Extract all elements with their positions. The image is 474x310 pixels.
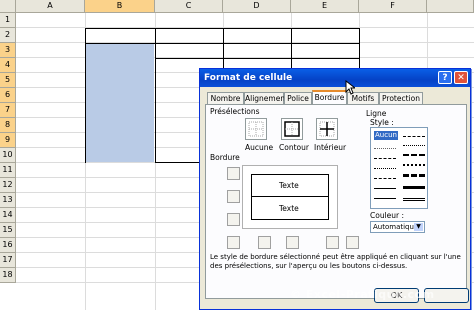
selected-cell-range[interactable] — [86, 43, 154, 162]
tab-nombre[interactable]: Nombre — [207, 92, 244, 104]
chevron-down-icon[interactable]: ▼ — [414, 223, 423, 231]
close-button[interactable]: ✕ — [454, 71, 468, 84]
style-option[interactable] — [374, 168, 396, 169]
select-all-corner[interactable] — [0, 0, 16, 13]
border-bottom-button[interactable] — [227, 213, 240, 226]
preview-text-bottom: Texte — [279, 204, 299, 213]
row-header[interactable]: 16 — [0, 238, 16, 253]
border-diagonal-up-button[interactable] — [227, 236, 240, 249]
row-header[interactable]: 1 — [0, 13, 16, 28]
style-option[interactable] — [403, 186, 425, 189]
row-header[interactable]: 5 — [0, 73, 16, 88]
row-header[interactable]: 3 — [0, 43, 16, 58]
style-option[interactable] — [374, 158, 396, 159]
style-option[interactable] — [374, 148, 396, 149]
border-right-button[interactable] — [326, 236, 339, 249]
line-group-label: Ligne — [366, 109, 387, 118]
table-border — [223, 28, 224, 68]
info-text: Le style de bordure sélectionné peut êtr… — [210, 253, 461, 270]
border-left-button[interactable] — [258, 236, 271, 249]
row-header[interactable]: 11 — [0, 163, 16, 178]
style-option[interactable] — [403, 145, 425, 146]
table-border — [155, 28, 156, 163]
column-header-g[interactable] — [427, 0, 474, 13]
table-border — [155, 58, 360, 59]
style-label: Style : — [370, 118, 394, 127]
border-label: Bordure — [210, 153, 240, 162]
line-style-list[interactable]: Aucun — [370, 127, 428, 209]
row-header[interactable]: 17 — [0, 253, 16, 268]
help-button[interactable]: ? — [438, 71, 452, 84]
preset-inside-icon — [319, 121, 335, 137]
row-header[interactable]: 9 — [0, 133, 16, 148]
preset-outline-icon — [284, 121, 300, 137]
row-header[interactable]: 12 — [0, 178, 16, 193]
watermark: © Excel-Pratique.com — [290, 288, 435, 301]
preset-inside-label: Intérieur — [314, 143, 347, 152]
tab-police[interactable]: Police — [284, 92, 312, 104]
border-middle-vertical-button[interactable] — [286, 236, 299, 249]
tab-bordure[interactable]: Bordure — [312, 90, 347, 105]
preview-inner-line — [251, 196, 329, 197]
row-header[interactable]: 2 — [0, 28, 16, 43]
table-border — [359, 28, 360, 68]
border-diagonal-down-button[interactable] — [346, 236, 359, 249]
row-header[interactable]: 13 — [0, 193, 16, 208]
color-value: Automatique — [373, 223, 419, 231]
preset-none-icon — [248, 121, 264, 137]
table-border — [291, 28, 292, 68]
row-header[interactable]: 7 — [0, 103, 16, 118]
style-option[interactable] — [403, 154, 425, 156]
column-header-c[interactable]: C — [155, 0, 223, 13]
preset-outline-button[interactable] — [281, 118, 303, 140]
tab-alignement[interactable]: Alignement — [244, 92, 288, 104]
style-option[interactable] — [374, 178, 396, 179]
preset-outline-label: Contour — [279, 143, 309, 152]
dialog-title[interactable]: Format de cellule — [200, 69, 470, 87]
table-border — [155, 162, 200, 163]
row-header[interactable]: 4 — [0, 58, 16, 73]
column-header-d[interactable]: D — [223, 0, 291, 13]
row-header[interactable]: 18 — [0, 268, 16, 283]
style-option[interactable] — [403, 164, 425, 166]
row-header[interactable]: 10 — [0, 148, 16, 163]
column-header-a[interactable]: A — [16, 0, 85, 13]
border-preview[interactable]: Texte Texte — [242, 165, 338, 229]
preset-none-label: Aucune — [245, 143, 274, 152]
color-select[interactable]: Automatique ▼ — [370, 221, 425, 233]
column-header-e[interactable]: E — [291, 0, 359, 13]
style-option[interactable] — [374, 198, 396, 199]
style-option[interactable] — [374, 188, 396, 189]
preview-text-top: Texte — [279, 181, 299, 190]
style-option[interactable] — [403, 136, 425, 137]
row-header[interactable]: 8 — [0, 118, 16, 133]
border-top-button[interactable] — [227, 167, 240, 180]
table-border — [85, 28, 86, 163]
tab-protection[interactable]: Protection — [379, 92, 423, 104]
presets-label: Présélections — [210, 107, 260, 116]
preset-none-button[interactable] — [245, 118, 267, 140]
format-cells-dialog: Format de cellule ? ✕ Nombre Alignement … — [199, 68, 471, 310]
mouse-pointer-icon — [345, 80, 355, 95]
column-header-b[interactable]: B — [85, 0, 155, 13]
border-middle-horizontal-button[interactable] — [227, 190, 240, 203]
row-header[interactable]: 15 — [0, 223, 16, 238]
row-header[interactable]: 14 — [0, 208, 16, 223]
column-header-f[interactable]: F — [359, 0, 427, 13]
style-none-option[interactable]: Aucun — [374, 131, 398, 140]
style-option[interactable] — [403, 198, 425, 201]
preset-inside-button[interactable] — [316, 118, 338, 140]
style-option[interactable] — [403, 174, 425, 177]
color-label: Couleur : — [370, 211, 405, 220]
row-header[interactable]: 6 — [0, 88, 16, 103]
